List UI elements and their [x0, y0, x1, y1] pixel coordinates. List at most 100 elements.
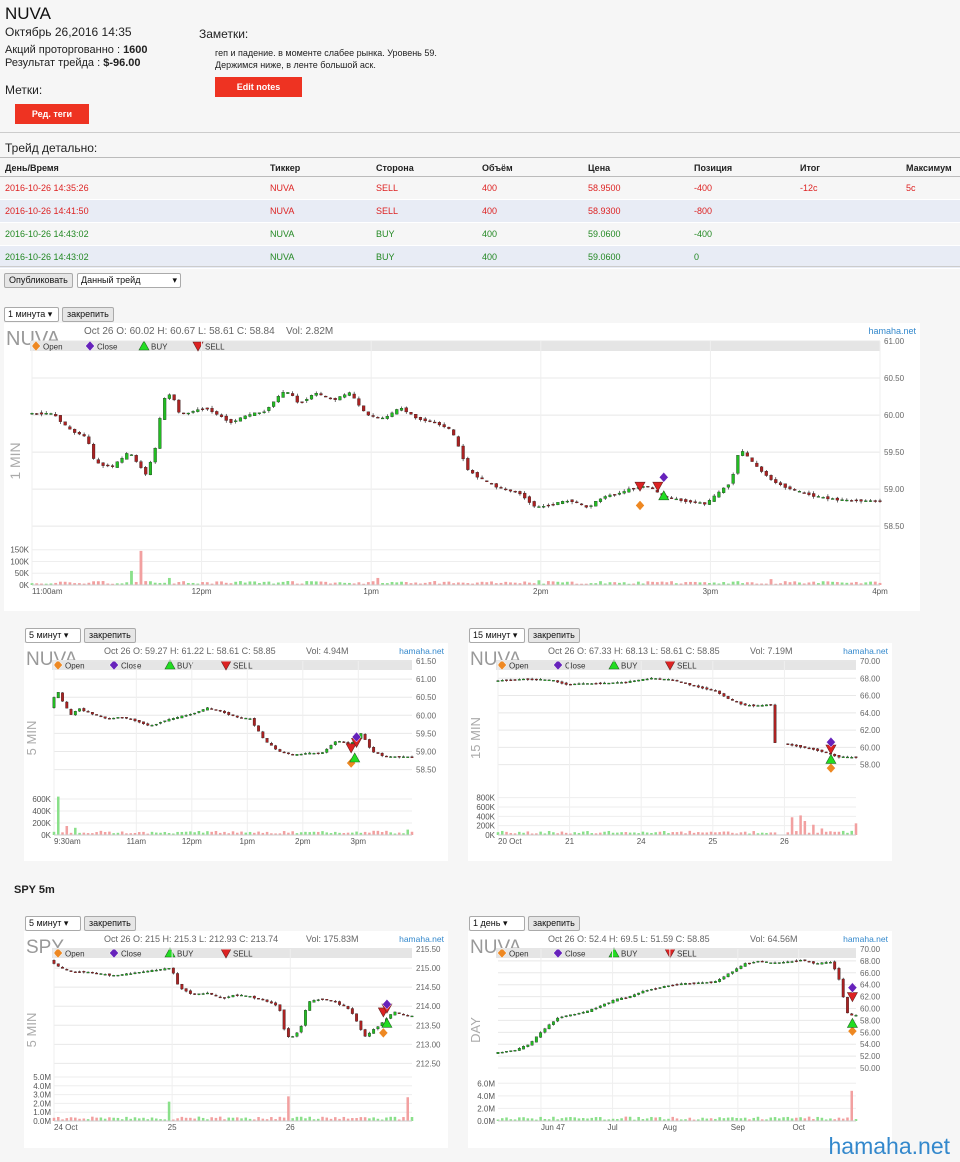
interval-select-2[interactable]: 5 минут ▾	[25, 628, 81, 643]
candle	[227, 996, 231, 998]
volume-bar	[120, 831, 124, 835]
volume-bar	[660, 581, 664, 585]
pin-button-3[interactable]: закрепить	[528, 628, 580, 643]
chart-spy-5min[interactable]: SPY5 MINOct 26 O: 215 H: 215.3 L: 212.93…	[24, 931, 448, 1148]
chart-volume-info: Vol: 2.82M	[286, 326, 333, 337]
volume-bar	[321, 1116, 324, 1121]
volume-bar	[231, 831, 235, 835]
candle	[234, 420, 238, 422]
y-tick-label: 61.50	[416, 657, 437, 666]
volume-tick-label: 1.0M	[33, 1108, 51, 1117]
interval-select-3[interactable]: 15 минут ▾	[469, 628, 525, 643]
trade-filter-select[interactable]: Данный трейд ▾	[77, 273, 181, 288]
chart-volume-info: Vol: 7.19M	[750, 646, 793, 656]
legend-buy-label: BUY	[177, 950, 194, 959]
candle	[726, 973, 730, 978]
pin-button-2[interactable]: закрепить	[84, 628, 136, 643]
y-tick-label: 61.00	[416, 675, 437, 684]
candle	[777, 962, 781, 964]
volume-bar	[239, 581, 242, 585]
candle	[688, 500, 693, 503]
chart-5min[interactable]: NUVA5 MINOct 26 O: 59.27 H: 61.22 L: 58.…	[24, 643, 448, 861]
volume-bar	[783, 581, 787, 585]
volume-bar	[139, 550, 143, 585]
candle	[773, 962, 777, 964]
x-tick-label: Jul	[607, 1123, 617, 1132]
candle	[224, 415, 228, 421]
candle	[701, 982, 704, 984]
volume-bar	[69, 1117, 73, 1121]
candle	[410, 1015, 414, 1018]
edit-tags-button[interactable]: Ред. теги	[15, 104, 89, 124]
x-tick-label: 2pm	[533, 587, 549, 596]
chart-panel-5min: NUVA 5 MIN Oct 26 O: 59.27 H: 61.22 L: 58.…	[24, 643, 448, 861]
candle	[54, 414, 58, 417]
candle	[61, 692, 64, 702]
y-tick-label: 56.00	[860, 1028, 881, 1037]
candle	[743, 703, 747, 706]
candle	[325, 999, 329, 1001]
candle	[696, 982, 700, 984]
publish-button[interactable]: Опубликовать	[4, 273, 73, 288]
edit-notes-button[interactable]: Edit notes	[215, 77, 302, 97]
candle	[504, 488, 508, 491]
volume-bar	[286, 581, 290, 585]
candle	[295, 1032, 299, 1037]
y-tick-label: 214.50	[416, 983, 441, 992]
candle	[395, 409, 399, 415]
pin-button-4[interactable]: закрепить	[84, 916, 136, 931]
volume-tick-label: 0K	[41, 831, 51, 840]
volume-bar	[569, 1117, 572, 1121]
chart-day[interactable]: NUVADAYOct 26 O: 52.4 H: 69.5 L: 51.59 C…	[468, 931, 892, 1148]
interval-select-1[interactable]: 1 минута ▾	[4, 307, 59, 322]
candle	[329, 1000, 333, 1002]
candle	[790, 961, 794, 963]
candle	[615, 998, 619, 1002]
candle	[752, 961, 756, 964]
chart-1min[interactable]: NUVA1 MINOct 26 O: 60.02 H: 60.67 L: 58.…	[4, 323, 920, 611]
candle	[437, 422, 441, 426]
interval-select-5[interactable]: 1 день ▾	[469, 916, 525, 931]
volume-tick-label: 0.0M	[33, 1117, 51, 1126]
candle	[82, 708, 86, 712]
candle	[447, 426, 451, 429]
volume-bar	[406, 1097, 410, 1121]
x-tick-label: 25	[168, 1123, 177, 1132]
trade-ticker: NUVA	[5, 4, 51, 23]
chart-ohlc-info: Oct 26 O: 52.4 H: 69.5 L: 51.59 C: 58.85	[548, 934, 710, 944]
candle	[295, 754, 299, 756]
candle	[219, 414, 224, 417]
y-tick-label: 66.00	[860, 692, 881, 701]
chart-15min[interactable]: NUVA15 MINOct 26 O: 67.33 H: 68.13 L: 58…	[468, 643, 892, 861]
candle	[684, 499, 688, 502]
candle	[532, 501, 536, 507]
volume-bar	[182, 581, 186, 585]
volume-bar	[385, 830, 388, 835]
candle	[824, 962, 828, 964]
candle	[530, 1041, 534, 1046]
candle	[803, 746, 807, 748]
candle	[684, 983, 687, 985]
candle	[201, 709, 205, 712]
pin-button-1[interactable]: закрепить	[62, 307, 114, 322]
candle	[692, 685, 696, 687]
candle	[581, 683, 585, 685]
candle	[146, 970, 150, 973]
candle	[841, 978, 845, 998]
interval-select-4[interactable]: 5 минут ▾	[25, 916, 81, 931]
volume-bar	[244, 1117, 248, 1121]
candle	[846, 756, 849, 759]
candle	[526, 678, 530, 680]
x-tick-label: 21	[565, 837, 574, 846]
pin-button-5[interactable]: закрепить	[528, 916, 580, 931]
y-tick-label: 59.00	[884, 485, 905, 494]
legend-sell-label: SELL	[677, 950, 697, 959]
candle	[837, 755, 841, 758]
table-divider	[0, 266, 960, 267]
candle	[878, 500, 882, 502]
candle	[688, 683, 692, 686]
candle	[274, 1002, 278, 1006]
candle	[713, 981, 717, 983]
volume-bar	[355, 831, 358, 835]
volume-bar	[99, 830, 103, 835]
